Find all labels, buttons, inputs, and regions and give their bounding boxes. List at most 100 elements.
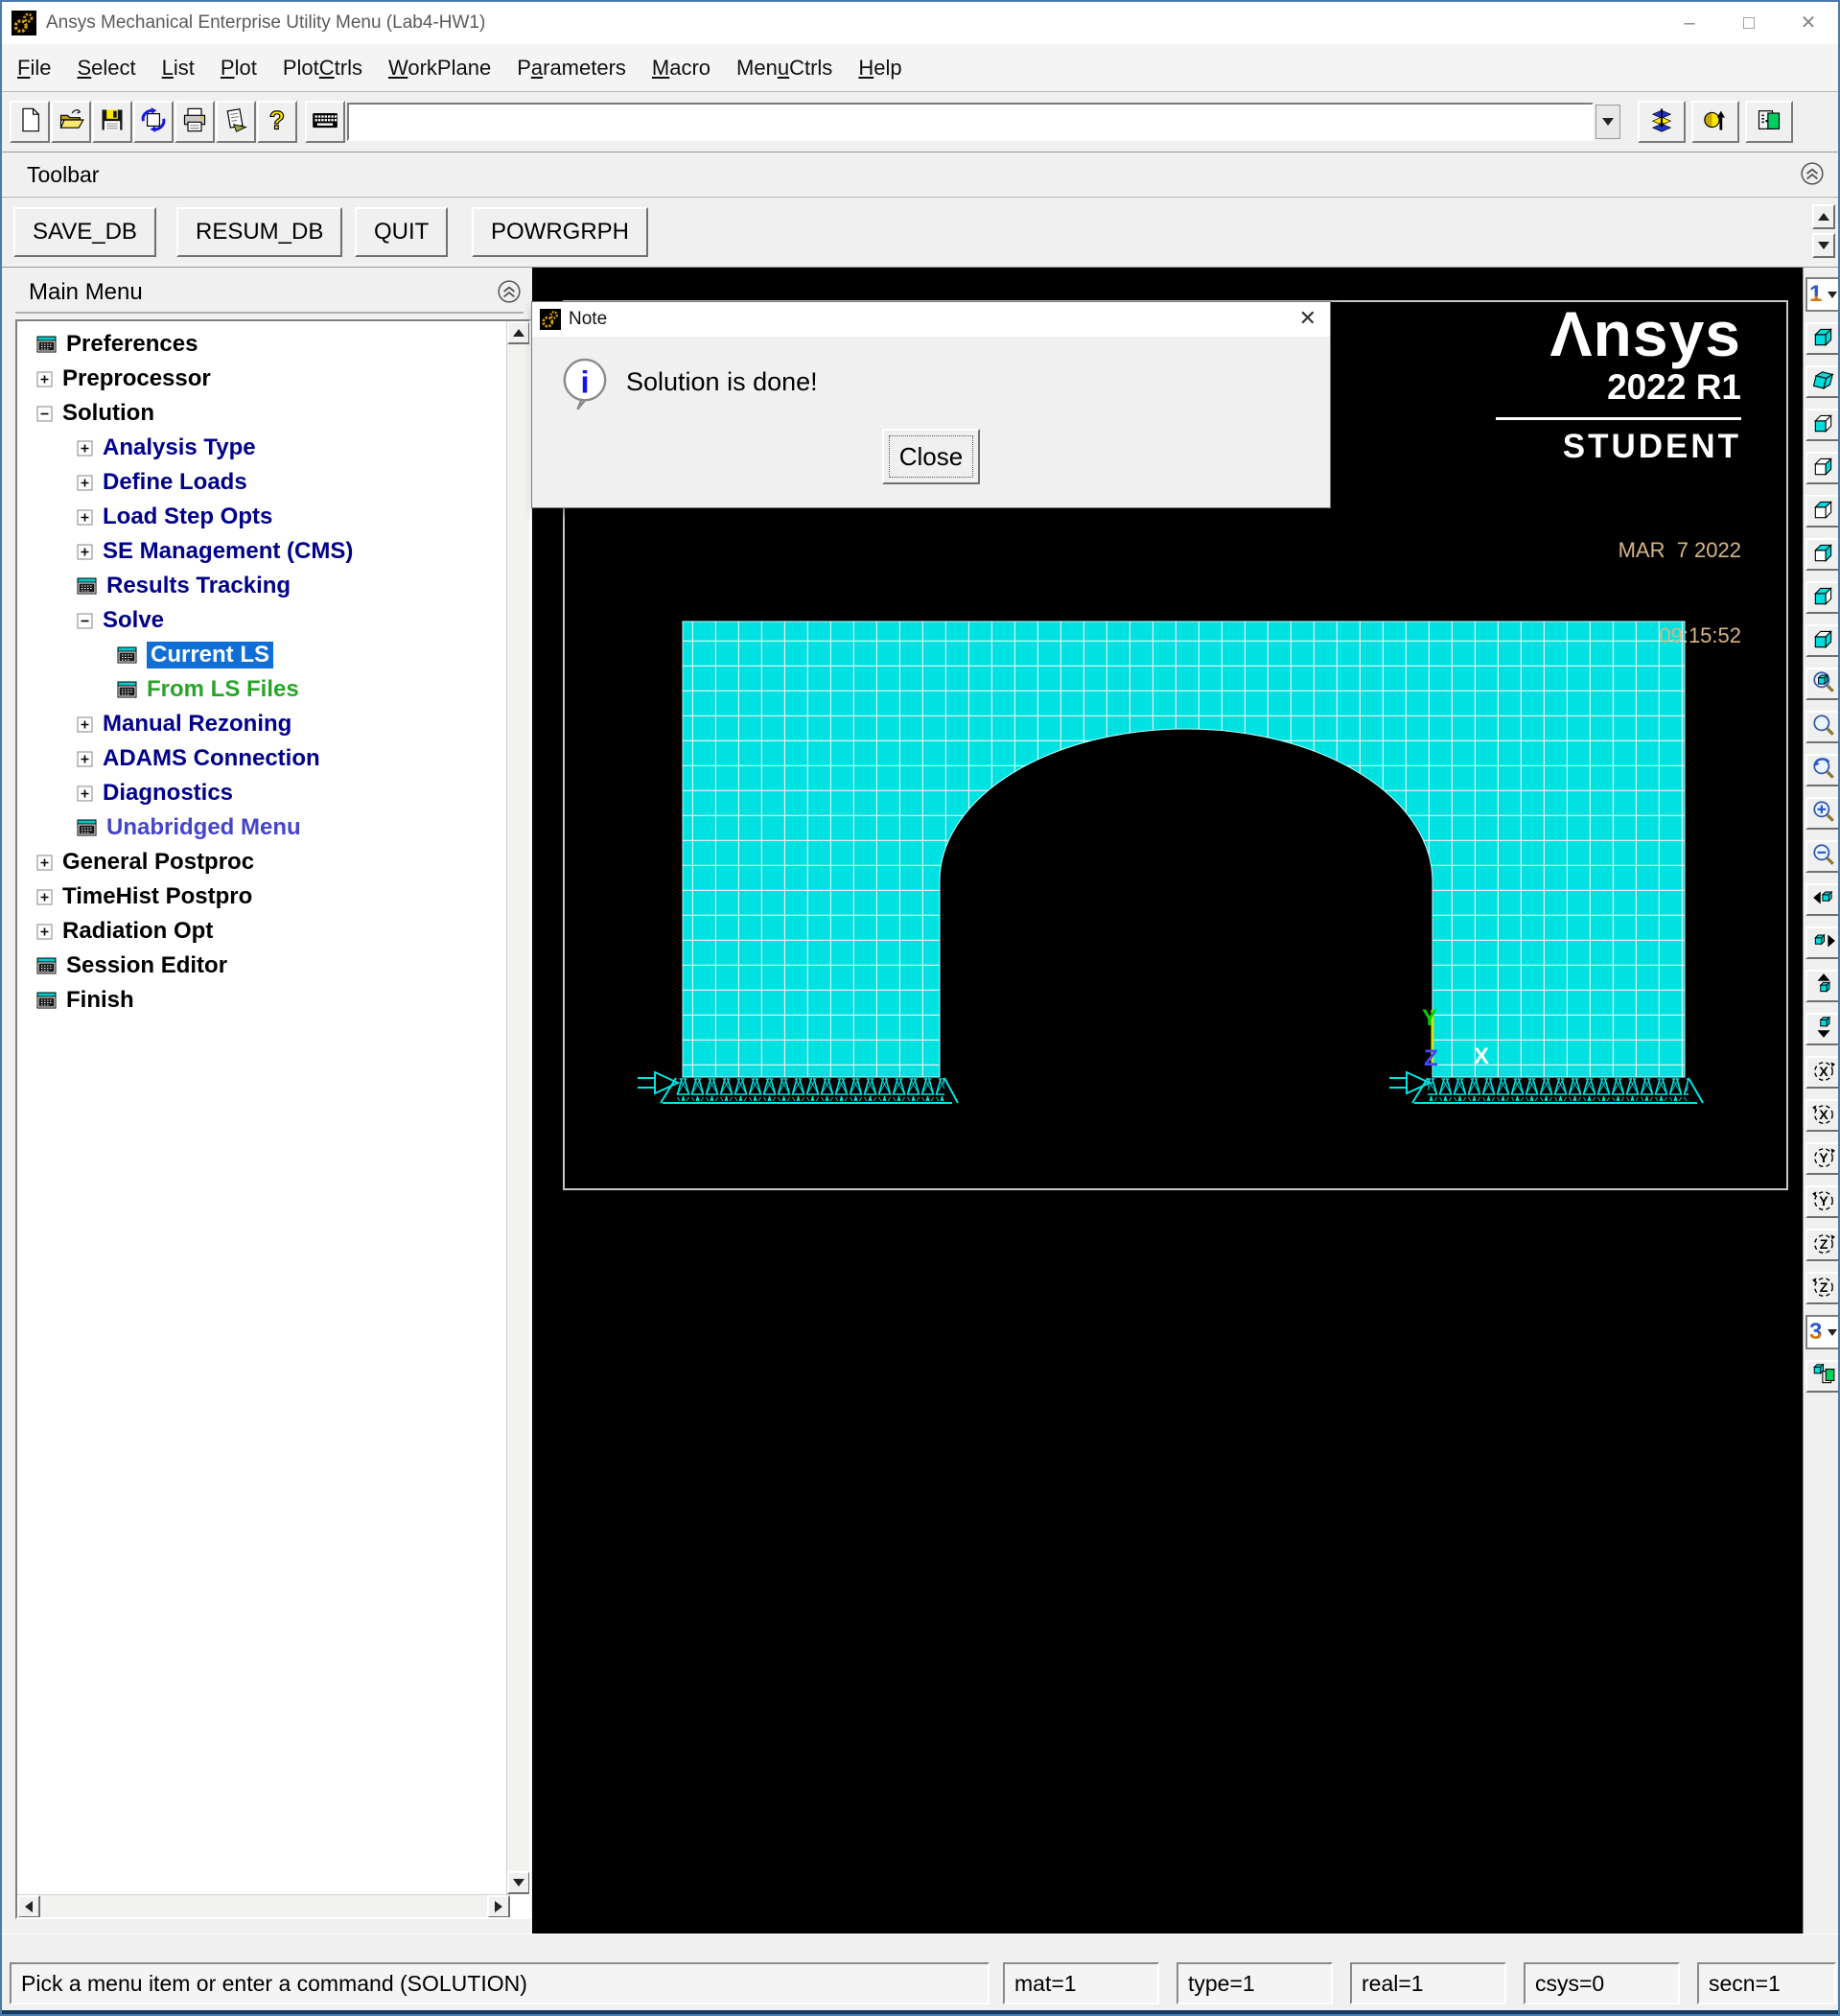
tree-horizontal-scrollbar[interactable] xyxy=(17,1894,510,1917)
expand-plus-icon[interactable] xyxy=(36,371,53,387)
window-number-spinner[interactable]: 1 xyxy=(1805,277,1840,312)
rotate-z-neg-button[interactable]: Z xyxy=(1805,1272,1840,1304)
tree-vertical-scrollbar[interactable] xyxy=(506,321,529,1894)
refresh-button[interactable] xyxy=(133,101,174,143)
tree-item-adams-connection[interactable]: ADAMS Connection xyxy=(17,741,501,776)
close-button[interactable]: ✕ xyxy=(1779,2,1838,44)
quit-button[interactable]: QUIT xyxy=(355,207,448,257)
zoom-out-button[interactable] xyxy=(1805,840,1840,873)
collapse-toolbar-icon[interactable] xyxy=(1800,161,1825,186)
view-left-button[interactable] xyxy=(1805,581,1840,614)
tree-item-manual-rezoning[interactable]: Manual Rezoning xyxy=(17,707,501,741)
menu-help[interactable]: Help xyxy=(858,56,901,81)
chevron-down-icon[interactable] xyxy=(1828,292,1837,298)
menu-plot[interactable]: Plot xyxy=(221,56,257,81)
tree-item-preprocessor[interactable]: Preprocessor xyxy=(17,362,501,396)
view-oblique-button[interactable] xyxy=(1805,365,1840,398)
expand-plus-icon[interactable] xyxy=(77,785,93,802)
expand-plus-icon[interactable] xyxy=(77,751,93,767)
tree-item-timehist-postpro[interactable]: TimeHist Postpro xyxy=(17,879,501,914)
menu-workplane[interactable]: WorkPlane xyxy=(388,56,491,81)
expand-plus-icon[interactable] xyxy=(36,855,53,871)
rotate-x-pos-button[interactable]: X xyxy=(1805,1056,1840,1089)
expand-plus-icon[interactable] xyxy=(77,716,93,733)
tree-item-finish[interactable]: Finish xyxy=(17,983,501,1018)
chevron-down-icon[interactable] xyxy=(1828,1329,1837,1336)
tree-item-current-ls[interactable]: Current LS xyxy=(17,638,501,672)
contour-spinner[interactable]: 3 xyxy=(1805,1315,1840,1349)
command-dropdown-button[interactable] xyxy=(1595,105,1620,139)
tree-item-general-postproc[interactable]: General Postproc xyxy=(17,845,501,879)
menu-plotctrls[interactable]: PlotCtrls xyxy=(283,56,362,81)
tree-scroll-up[interactable] xyxy=(507,321,530,344)
menu-macro[interactable]: Macro xyxy=(652,56,710,81)
tree-item-from-ls-files[interactable]: From LS Files xyxy=(17,672,501,707)
tree-item-diagnostics[interactable]: Diagnostics xyxy=(17,776,501,810)
expand-plus-icon[interactable] xyxy=(77,440,93,457)
command-input[interactable] xyxy=(347,103,1594,141)
pan-right-button[interactable] xyxy=(1805,926,1840,959)
view-back-button[interactable] xyxy=(1805,538,1840,571)
expand-plus-icon[interactable] xyxy=(36,889,53,905)
view-top-button[interactable] xyxy=(1805,495,1840,527)
tree-item-load-step-opts[interactable]: Load Step Opts xyxy=(17,500,501,534)
note-dialog-titlebar[interactable]: Note ✕ xyxy=(532,302,1330,337)
zoom-back-button[interactable] xyxy=(1805,754,1840,786)
multi-window-button[interactable] xyxy=(1805,1360,1840,1393)
menu-select[interactable]: Select xyxy=(77,56,135,81)
help-button[interactable]: ? xyxy=(257,101,297,143)
collapse-minus-icon[interactable] xyxy=(77,613,93,629)
zoom-in-button[interactable] xyxy=(1805,797,1840,830)
powrgrph-button[interactable]: POWRGRPH xyxy=(472,207,648,257)
view-bottom-button[interactable] xyxy=(1805,624,1840,657)
open-folder-button[interactable] xyxy=(51,101,91,143)
expand-plus-icon[interactable] xyxy=(77,475,93,491)
view-iso-button[interactable] xyxy=(1805,322,1840,355)
menu-parameters[interactable]: Parameters xyxy=(517,56,626,81)
rotate-x-neg-button[interactable]: X xyxy=(1805,1099,1840,1132)
layers-button[interactable] xyxy=(1638,101,1686,143)
view-front-button[interactable] xyxy=(1805,409,1840,441)
keyboard-icon[interactable] xyxy=(305,101,345,143)
tree-item-solution[interactable]: Solution xyxy=(17,396,501,431)
zoom-window-button[interactable] xyxy=(1805,711,1840,743)
menu-file[interactable]: File xyxy=(17,56,51,81)
minimize-button[interactable]: – xyxy=(1660,2,1719,44)
tree-scroll-right[interactable] xyxy=(487,1895,510,1918)
tree-scroll-down[interactable] xyxy=(507,1871,530,1894)
menu-list[interactable]: List xyxy=(162,56,195,81)
raise-hidden-button[interactable] xyxy=(1691,101,1739,143)
zoom-fit-button[interactable] xyxy=(1805,668,1840,700)
dialog-controls-button[interactable] xyxy=(1745,101,1793,143)
new-file-button[interactable] xyxy=(10,101,50,143)
save-db-button[interactable]: SAVE_DB xyxy=(13,207,156,257)
pan-up-button[interactable] xyxy=(1805,970,1840,1002)
rotate-y-pos-button[interactable]: Y xyxy=(1805,1142,1840,1175)
rotate-y-neg-button[interactable]: Y xyxy=(1805,1185,1840,1218)
note-close-button[interactable]: Close xyxy=(882,429,980,484)
toolbar-scroll-up[interactable] xyxy=(1812,204,1835,229)
menu-menuctrls[interactable]: MenuCtrls xyxy=(736,56,832,81)
maximize-button[interactable]: □ xyxy=(1719,2,1779,44)
tree-item-unabridged-menu[interactable]: Unabridged Menu xyxy=(17,810,501,845)
expand-plus-icon[interactable] xyxy=(77,509,93,526)
save-button[interactable] xyxy=(92,101,132,143)
tree-item-se-management-cms-[interactable]: SE Management (CMS) xyxy=(17,534,501,569)
tree-item-analysis-type[interactable]: Analysis Type xyxy=(17,431,501,465)
tree-item-define-loads[interactable]: Define Loads xyxy=(17,465,501,500)
tree-item-solve[interactable]: Solve xyxy=(17,603,501,638)
graphics-area[interactable]: Y Z X Λnsys 2022 R1 STUDENT MAR 7 2022 0… xyxy=(532,268,1803,1934)
pan-left-button[interactable] xyxy=(1805,883,1840,916)
expand-plus-icon[interactable] xyxy=(77,544,93,560)
collapse-minus-icon[interactable] xyxy=(36,406,53,422)
pan-down-button[interactable] xyxy=(1805,1013,1840,1045)
tree-item-session-editor[interactable]: Session Editor xyxy=(17,949,501,983)
tree-scroll-left[interactable] xyxy=(17,1895,40,1918)
tree-item-preferences[interactable]: Preferences xyxy=(17,327,501,362)
report-button[interactable] xyxy=(216,101,256,143)
expand-plus-icon[interactable] xyxy=(36,924,53,940)
tree-item-radiation-opt[interactable]: Radiation Opt xyxy=(17,914,501,949)
view-right-button[interactable] xyxy=(1805,452,1840,484)
print-button[interactable] xyxy=(175,101,215,143)
tree-item-results-tracking[interactable]: Results Tracking xyxy=(17,569,501,603)
